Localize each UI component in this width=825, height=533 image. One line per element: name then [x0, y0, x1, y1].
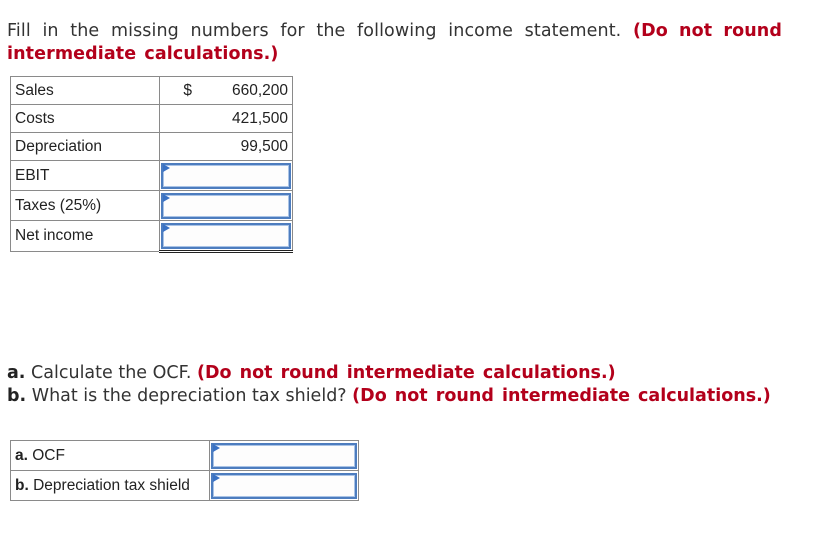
- table-row-costs: Costs 421,500: [10, 104, 293, 133]
- question-instruction: (Do not round intermediate calculations.…: [197, 363, 616, 383]
- table-row-ebit: EBIT: [10, 160, 293, 191]
- answer-row-depreciation-tax-shield: b. Depreciation tax shield: [10, 470, 359, 501]
- table-row-depreciation: Depreciation 99,500: [10, 132, 293, 161]
- net-income-input-cell: [159, 220, 293, 253]
- net-income-input[interactable]: [161, 222, 291, 249]
- row-label: Depreciation: [10, 132, 160, 161]
- sales-value: 660,200: [231, 81, 288, 99]
- costs-value: 421,500: [231, 109, 288, 127]
- answer-label: a. OCF: [10, 440, 210, 471]
- ebit-input[interactable]: [161, 162, 291, 189]
- row-label: EBIT: [10, 160, 160, 191]
- question-text: Calculate the OCF.: [31, 363, 192, 383]
- taxes-input-cell: [159, 190, 293, 221]
- answers-table: a. OCF b. Depreciation tax shield: [10, 440, 359, 501]
- row-label: Taxes (25%): [10, 190, 160, 221]
- table-row-sales: Sales $ 660,200: [10, 76, 293, 105]
- income-statement-table: Sales $ 660,200 Costs 421,500 Depreciati…: [10, 76, 293, 253]
- row-value-cell: 99,500: [159, 132, 293, 161]
- tax-shield-input-cell: [209, 470, 359, 501]
- depreciation-tax-shield-input[interactable]: [211, 472, 357, 499]
- ocf-input-cell: [209, 440, 359, 471]
- row-label: Net income: [10, 220, 160, 252]
- answer-letter: b.: [15, 476, 29, 494]
- answer-row-ocf: a. OCF: [10, 440, 359, 471]
- answer-letter: a.: [15, 446, 28, 464]
- problem-prompt: Fill in the missing numbers for the foll…: [7, 20, 782, 66]
- row-value-cell: 421,500: [159, 104, 293, 133]
- ebit-input-cell: [159, 160, 293, 191]
- taxes-input[interactable]: [161, 192, 291, 219]
- questions-block: a. Calculate the OCF. (Do not round inte…: [7, 362, 771, 408]
- question-letter: a.: [7, 363, 26, 383]
- table-row-taxes: Taxes (25%): [10, 190, 293, 221]
- question-text: What is the depreciation tax shield?: [31, 386, 347, 406]
- answer-label: b. Depreciation tax shield: [10, 470, 210, 501]
- question-instruction: (Do not round intermediate calculations.…: [352, 386, 771, 406]
- ocf-input[interactable]: [211, 442, 357, 469]
- table-row-net-income: Net income: [10, 220, 293, 253]
- row-label: Sales: [10, 76, 160, 105]
- question-a: a. Calculate the OCF. (Do not round inte…: [7, 362, 771, 385]
- prompt-text: Fill in the missing numbers for the foll…: [7, 21, 622, 41]
- answer-label-text: OCF: [32, 446, 65, 464]
- depreciation-value: 99,500: [240, 137, 288, 155]
- row-label: Costs: [10, 104, 160, 133]
- currency-symbol: $: [183, 81, 192, 99]
- row-value-cell: $ 660,200: [159, 76, 293, 105]
- question-letter: b.: [7, 386, 27, 406]
- question-b: b. What is the depreciation tax shield? …: [7, 385, 771, 408]
- answer-label-text: Depreciation tax shield: [33, 476, 190, 494]
